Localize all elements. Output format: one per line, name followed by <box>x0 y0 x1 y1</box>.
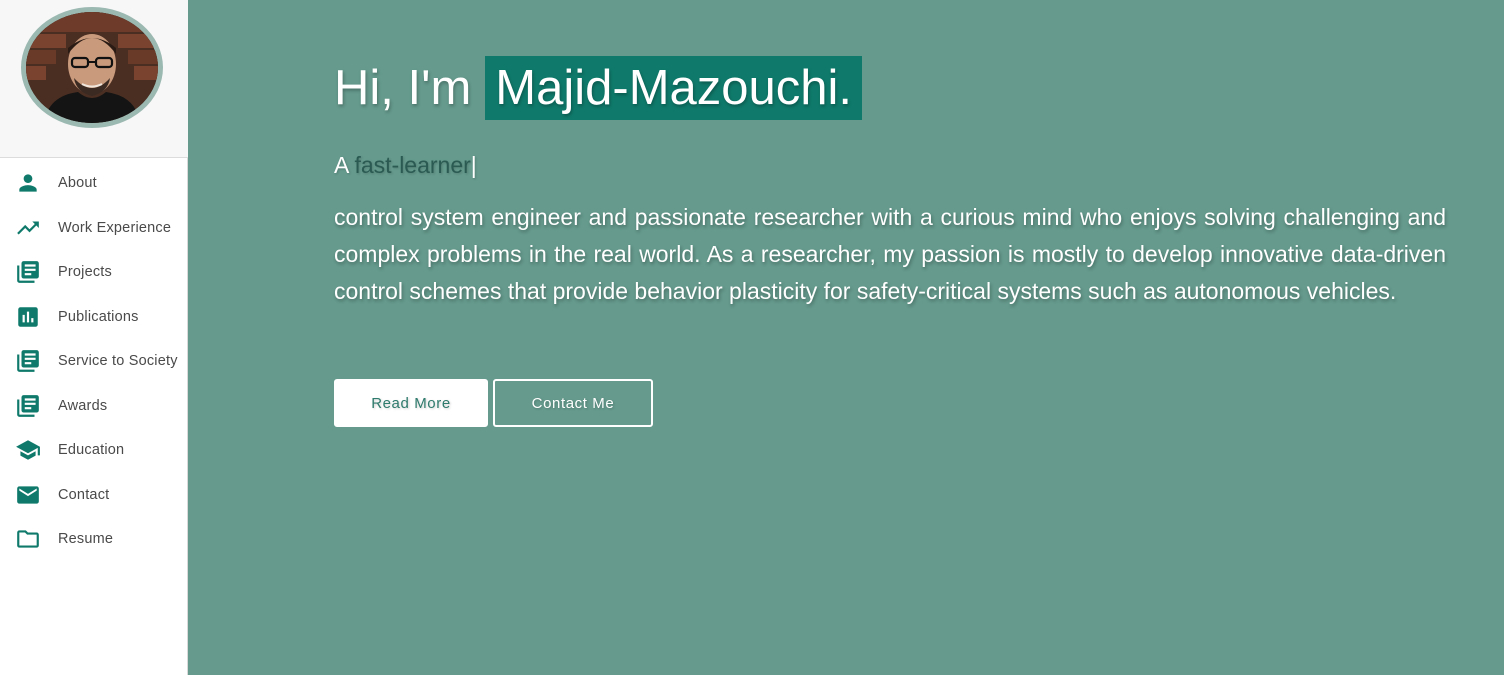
sidebar-item-awards[interactable]: Awards <box>0 384 188 429</box>
hero-section: Hi, I'm Majid-Mazouchi. A fast-learner| … <box>189 0 1504 675</box>
trending-up-icon <box>15 215 41 241</box>
mail-icon <box>15 482 41 508</box>
sidebar-item-label: Contact <box>58 486 110 503</box>
person-icon <box>15 170 41 196</box>
library-books-icon <box>15 259 41 285</box>
hero-bio: control system engineer and passionate r… <box>334 204 1446 304</box>
hero-tagline: A fast-learner| <box>334 152 477 179</box>
hero-name: Majid-Mazouchi. <box>485 56 863 120</box>
sidebar-item-contact[interactable]: Contact <box>0 473 188 518</box>
hero-heading: Hi, I'm Majid-Mazouchi. <box>334 56 863 120</box>
profile-photo <box>26 12 158 123</box>
folder-icon <box>15 526 41 552</box>
school-icon <box>15 437 41 463</box>
sidebar: About Work Experience Projects Publicati… <box>0 0 188 675</box>
sidebar-item-about[interactable]: About <box>0 161 188 206</box>
sidebar-item-service-to-society[interactable]: Service to Society <box>0 339 188 384</box>
avatar[interactable] <box>21 7 163 128</box>
sidebar-nav: About Work Experience Projects Publicati… <box>0 161 188 562</box>
contact-me-button[interactable]: Contact Me <box>493 379 653 427</box>
tagline-typed-text: fast-learner <box>354 152 471 178</box>
sidebar-item-label: Resume <box>58 531 114 548</box>
sidebar-item-projects[interactable]: Projects <box>0 250 188 295</box>
sidebar-item-label: Projects <box>58 264 112 281</box>
tagline-prefix: A <box>334 152 349 178</box>
sidebar-item-education[interactable]: Education <box>0 428 188 473</box>
sidebar-item-label: About <box>58 175 97 192</box>
greeting-prefix: Hi, I'm <box>334 61 472 115</box>
sidebar-item-label: Service to Society <box>58 353 178 370</box>
sidebar-item-resume[interactable]: Resume <box>0 517 188 562</box>
profile-area <box>0 0 188 158</box>
sidebar-item-label: Publications <box>58 308 139 325</box>
library-books-icon <box>15 393 41 419</box>
read-more-button[interactable]: Read More <box>334 379 488 427</box>
sidebar-item-work-experience[interactable]: Work Experience <box>0 206 188 251</box>
bar-chart-icon <box>15 304 41 330</box>
sidebar-item-label: Work Experience <box>58 219 172 236</box>
sidebar-item-label: Education <box>58 442 125 459</box>
library-books-icon <box>15 348 41 374</box>
sidebar-item-label: Awards <box>58 397 108 414</box>
sidebar-item-publications[interactable]: Publications <box>0 295 188 340</box>
typing-caret: | <box>470 152 477 178</box>
